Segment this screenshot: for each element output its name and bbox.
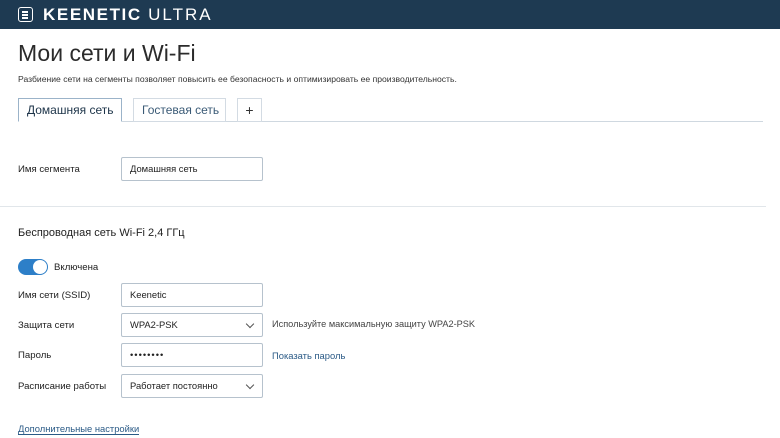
security-hint: Используйте максимальную защиту WPA2-PSK [272,319,476,329]
wifi-enable-toggle[interactable] [18,259,48,275]
top-bar: KEENETIC ULTRA [0,0,780,29]
security-label: Защита сети [18,320,75,331]
brand-model: ULTRA [148,5,213,24]
password-label: Пароль [18,350,52,361]
segment-name-label: Имя сегмента [18,164,80,175]
security-value: WPA2-PSK [130,319,178,330]
chevron-down-icon [245,319,255,329]
menu-icon[interactable] [18,7,33,22]
tab-guest-network[interactable]: Гостевая сеть [133,98,226,122]
schedule-label: Расписание работы [18,381,107,392]
page-description: Разбиение сети на сегменты позволяет пов… [18,74,457,84]
toggle-knob [33,260,47,274]
brand-logo: KEENETIC ULTRA [43,5,213,25]
wifi-section-title: Беспроводная сеть Wi-Fi 2,4 ГГц [18,227,185,239]
show-password-link[interactable]: Показать пароль [272,350,345,361]
security-select[interactable]: WPA2-PSK [121,313,263,337]
chevron-down-icon [245,380,255,390]
ssid-input[interactable]: Keenetic [121,283,263,307]
tab-home-network[interactable]: Домашняя сеть [18,98,122,122]
section-divider [0,206,766,207]
wifi-enable-label: Включена [54,262,99,273]
ssid-label: Имя сети (SSID) [18,290,91,301]
schedule-select[interactable]: Работает постоянно [121,374,263,398]
password-input[interactable]: •••••••• [121,343,263,367]
add-segment-tab[interactable]: + [237,98,262,122]
page-title: Мои сети и Wi-Fi [18,40,196,66]
tabs-underline [18,121,763,122]
advanced-settings-link[interactable]: Дополнительные настройки [18,423,140,435]
segment-name-input[interactable]: Домашняя сеть [121,157,263,181]
schedule-value: Работает постоянно [130,380,218,391]
brand-name: KEENETIC [43,5,142,24]
